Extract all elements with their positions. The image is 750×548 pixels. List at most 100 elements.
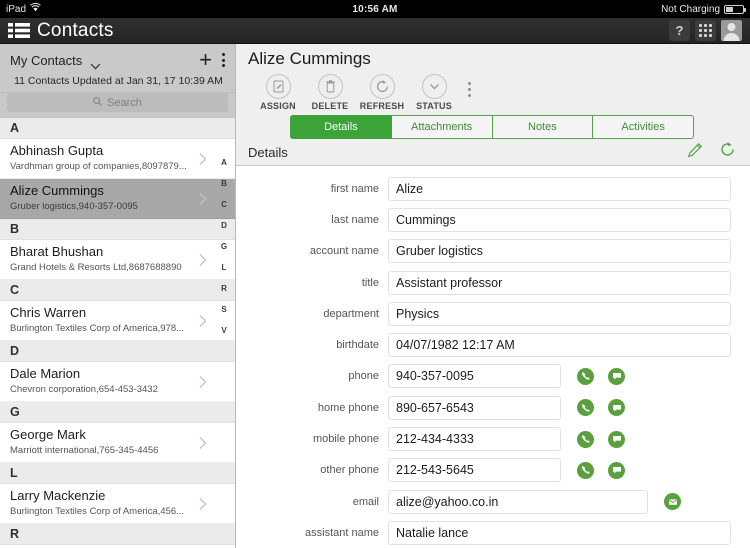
- refresh-icon[interactable]: [719, 141, 736, 163]
- alpha-index-v[interactable]: V: [213, 320, 235, 341]
- chevron-right-icon: [199, 314, 207, 327]
- search-container: Search: [0, 93, 235, 118]
- field-input-email[interactable]: alize@yahoo.co.in: [388, 489, 648, 514]
- battery-status-label: Not Charging: [661, 3, 720, 15]
- alpha-index-a[interactable]: A: [213, 152, 235, 173]
- field-label: other phone: [320, 464, 379, 477]
- alpha-index-d[interactable]: D: [213, 215, 235, 236]
- details-section-header: Details: [236, 139, 750, 166]
- message-icon[interactable]: [608, 399, 625, 417]
- field-input-birthdate[interactable]: 04/07/1982 12:17 AM: [388, 333, 731, 358]
- chevron-right-icon: [199, 375, 207, 388]
- contact-list-item[interactable]: Dale Marion Chevron corporation,654-453-3…: [0, 362, 235, 402]
- tab-attachments[interactable]: Attachments: [391, 115, 493, 139]
- alpha-index-l[interactable]: L: [213, 257, 235, 278]
- help-button[interactable]: ?: [669, 20, 690, 41]
- field-row: account name Gruber logistics: [236, 236, 750, 267]
- field-input-first-name[interactable]: Alize: [388, 176, 731, 201]
- field-label: department: [323, 307, 379, 320]
- chevron-right-icon: [199, 152, 207, 165]
- alpha-index-c[interactable]: C: [213, 194, 235, 215]
- field-input-other-phone[interactable]: 212-543-5645: [388, 458, 561, 483]
- action-refresh-button[interactable]: REFRESH: [356, 74, 408, 111]
- field-label: last name: [331, 213, 379, 226]
- contact-list-item[interactable]: Abhinash Gupta Vardhman group of companie…: [0, 139, 235, 179]
- chevron-right-icon: [199, 253, 207, 266]
- field-row: home phone 890-657-6543: [236, 392, 750, 423]
- message-icon[interactable]: [608, 430, 625, 448]
- call-icon[interactable]: [577, 430, 594, 448]
- contact-list-item[interactable]: Larry Mackenzie Burlington Textiles Corp …: [0, 484, 235, 524]
- contact-list-item[interactable]: Chris Warren Burlington Textiles Corp of …: [0, 301, 235, 341]
- contact-subtitle: Burlington Textiles Corp of America,978.…: [10, 323, 185, 334]
- sidebar-header-actions: +: [199, 49, 227, 71]
- contact-name: Bharat Bhushan: [10, 244, 104, 259]
- field-input-home-phone[interactable]: 890-657-6543: [388, 395, 561, 420]
- email-icon[interactable]: [664, 493, 681, 511]
- contact-list-item[interactable]: Bharat Bhushan Grand Hotels & Resorts Ltd…: [0, 240, 235, 280]
- main-split: My Contacts + 11 Contacts Updated at Jan…: [0, 44, 750, 548]
- field-action-icons: [577, 399, 625, 417]
- section-header-c: C: [0, 280, 235, 301]
- field-row: birthdate 04/07/1982 12:17 AM: [236, 329, 750, 360]
- field-input-assistant-name[interactable]: Natalie lance: [388, 520, 731, 545]
- field-input-title[interactable]: Assistant professor: [388, 270, 731, 295]
- field-label: phone: [348, 370, 379, 383]
- details-form: first name Alize last name Cummings account …: [236, 166, 750, 548]
- field-action-icons: [664, 493, 681, 511]
- alpha-index-b[interactable]: B: [213, 173, 235, 194]
- field-row: last name Cummings: [236, 204, 750, 235]
- list-selector-label[interactable]: My Contacts: [10, 53, 82, 68]
- detail-tab-bar[interactable]: Details Attachments Notes Activities: [236, 115, 750, 139]
- field-input-department[interactable]: Physics: [388, 301, 731, 326]
- action-status-button[interactable]: STATUS: [408, 74, 460, 111]
- action-assign-button[interactable]: ASSIGN: [252, 74, 304, 111]
- search-input[interactable]: Search: [7, 93, 228, 112]
- contact-detail-panel: Alize Cummings ASSIGN DELETE REFRESH STATUS…: [236, 44, 750, 548]
- tab-activities[interactable]: Activities: [593, 115, 694, 139]
- field-label: email: [352, 495, 379, 508]
- app-toolbar-actions: ?: [669, 20, 746, 41]
- contact-list-item[interactable]: Alize Cummings Gruber logistics,940-357-0…: [0, 179, 235, 219]
- list-menu-icon[interactable]: [8, 22, 30, 39]
- details-section-title: Details: [248, 144, 288, 160]
- call-icon[interactable]: [577, 367, 594, 385]
- plus-icon[interactable]: +: [199, 49, 212, 71]
- field-row: first name Alize: [236, 173, 750, 204]
- ios-status-bar: iPad 10:56 AM Not Charging: [0, 0, 750, 18]
- tab-notes[interactable]: Notes: [492, 115, 594, 139]
- pencil-icon[interactable]: [687, 142, 703, 163]
- message-icon[interactable]: [608, 461, 625, 479]
- field-row: mobile phone 212-434-4333: [236, 423, 750, 454]
- tab-details[interactable]: Details: [290, 115, 392, 139]
- action-delete-button[interactable]: DELETE: [304, 74, 356, 111]
- field-input-mobile-phone[interactable]: 212-434-4333: [388, 427, 561, 452]
- field-input-account-name[interactable]: Gruber logistics: [388, 239, 731, 264]
- call-icon[interactable]: [577, 399, 594, 417]
- trash-icon: [317, 74, 343, 99]
- contact-subtitle: Grand Hotels & Resorts Ltd,8687688890: [10, 262, 182, 273]
- alphabet-index[interactable]: ABCDGLRSV: [213, 152, 235, 341]
- field-input-phone[interactable]: 940-357-0095: [388, 364, 561, 389]
- chevron-down-icon[interactable]: [90, 57, 101, 69]
- contact-subtitle: Burlington Textiles Corp of America,456.…: [10, 506, 185, 517]
- field-input-last-name[interactable]: Cummings: [388, 207, 731, 232]
- call-icon[interactable]: [577, 461, 594, 479]
- message-icon[interactable]: [608, 367, 625, 385]
- chevron-down-circle-icon: [421, 74, 447, 99]
- alpha-index-s[interactable]: S: [213, 299, 235, 320]
- field-row: email alize@yahoo.co.in: [236, 486, 750, 517]
- contact-list[interactable]: A Abhinash Gupta Vardhman group of compani…: [0, 118, 235, 548]
- field-label: title: [361, 276, 379, 289]
- app-grid-icon[interactable]: [695, 20, 716, 41]
- section-header-a: A: [0, 118, 235, 139]
- alpha-index-r[interactable]: R: [213, 278, 235, 299]
- user-avatar-icon[interactable]: [721, 20, 742, 41]
- section-header-b: B: [0, 219, 235, 240]
- action-label: DELETE: [311, 101, 349, 111]
- search-placeholder: Search: [107, 96, 142, 109]
- vertical-dots-icon[interactable]: [222, 53, 227, 67]
- contact-list-item[interactable]: George Mark Marriott international,765-34…: [0, 423, 235, 463]
- alpha-index-g[interactable]: G: [213, 236, 235, 257]
- detail-overflow-icon[interactable]: [468, 82, 471, 97]
